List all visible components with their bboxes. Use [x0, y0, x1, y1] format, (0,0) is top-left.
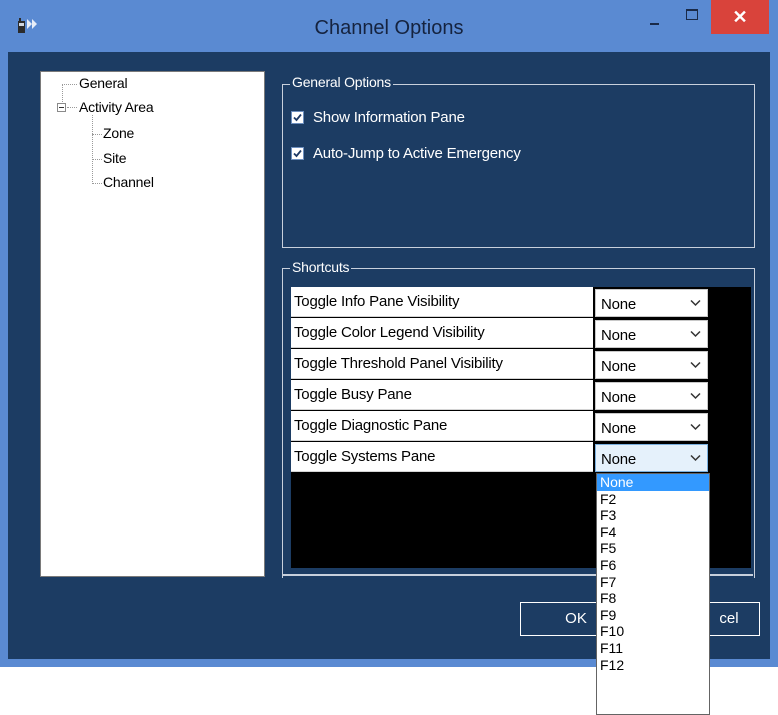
show-information-pane-label: Show Information Pane [313, 109, 465, 126]
shortcut-name-cell[interactable]: Toggle Diagnostic Pane [291, 411, 593, 441]
dropdown-option-f10[interactable]: F10 [597, 623, 709, 640]
tree-connector [92, 183, 102, 184]
tree-connector [67, 107, 77, 108]
tree-item-site[interactable]: Site [103, 150, 127, 166]
shortcuts-label: Shortcuts [290, 259, 352, 275]
shortcut-key-value: None [601, 389, 637, 406]
collapse-toggle-icon[interactable] [57, 103, 66, 112]
dropdown-option-f7[interactable]: F7 [597, 574, 709, 591]
dropdown-option-f3[interactable]: F3 [597, 507, 709, 524]
shortcut-key-select[interactable]: None [595, 413, 708, 441]
dropdown-option-f5[interactable]: F5 [597, 540, 709, 557]
tree-connector [62, 84, 63, 102]
tree-connector [62, 84, 77, 85]
shortcut-name-cell[interactable]: Toggle Busy Pane [291, 380, 593, 410]
minimize-button[interactable] [637, 0, 673, 34]
tree-item-channel[interactable]: Channel [103, 174, 154, 190]
shortcut-key-select[interactable]: None [595, 289, 708, 317]
tree-item-general[interactable]: General [79, 75, 128, 91]
dropdown-option-f8[interactable]: F8 [597, 590, 709, 607]
table-row: Toggle Busy Pane None [291, 380, 711, 411]
table-row: Toggle Threshold Panel Visibility None [291, 349, 711, 380]
title-bar[interactable]: Channel Options ✕ [0, 0, 778, 52]
tree-connector [92, 159, 102, 160]
shortcut-name-cell[interactable]: Toggle Systems Pane [291, 442, 593, 472]
tree-item-activity-area[interactable]: Activity Area [79, 99, 154, 115]
options-tree[interactable]: General Activity Area Zone Site Channel [40, 71, 265, 577]
table-row: Toggle Diagnostic Pane None [291, 411, 711, 442]
shortcut-name-cell[interactable]: Toggle Threshold Panel Visibility [291, 349, 593, 379]
shortcut-key-value: None [601, 358, 637, 375]
shortcut-key-select[interactable]: None [595, 351, 708, 379]
table-row: Toggle Info Pane Visibility None [291, 287, 711, 318]
close-button[interactable]: ✕ [711, 0, 769, 34]
shortcut-key-select[interactable]: None [595, 382, 708, 410]
shortcut-key-select[interactable]: None [595, 320, 708, 348]
maximize-button[interactable] [675, 0, 709, 34]
dropdown-option-f12[interactable]: F12 [597, 657, 709, 674]
dropdown-option-f4[interactable]: F4 [597, 524, 709, 541]
dropdown-option-f9[interactable]: F9 [597, 607, 709, 624]
dropdown-option-f11[interactable]: F11 [597, 640, 709, 657]
checkbox-checked-icon[interactable] [291, 111, 304, 124]
shortcut-key-value: None [601, 420, 637, 437]
table-row: Toggle Systems Pane None [291, 442, 711, 473]
dropdown-option-none[interactable]: None [597, 474, 709, 491]
shortcut-key-value: None [601, 296, 637, 313]
checkbox-checked-icon[interactable] [291, 147, 304, 160]
tree-item-zone[interactable]: Zone [103, 125, 134, 141]
dropdown-option-f2[interactable]: F2 [597, 491, 709, 508]
chevron-down-icon [690, 454, 701, 462]
shortcut-key-value: None [601, 451, 637, 468]
shortcut-name-cell[interactable]: Toggle Info Pane Visibility [291, 287, 593, 317]
show-information-pane-option[interactable]: Show Information Pane [291, 109, 465, 126]
table-row: Toggle Color Legend Visibility None [291, 318, 711, 349]
chevron-down-icon [690, 423, 701, 431]
general-options-label: General Options [290, 74, 393, 90]
auto-jump-emergency-label: Auto-Jump to Active Emergency [313, 145, 521, 162]
dropdown-option-f6[interactable]: F6 [597, 557, 709, 574]
tree-connector [92, 115, 93, 184]
chevron-down-icon [690, 299, 701, 307]
chevron-down-icon [690, 330, 701, 338]
shortcut-name-cell[interactable]: Toggle Color Legend Visibility [291, 318, 593, 348]
auto-jump-emergency-option[interactable]: Auto-Jump to Active Emergency [291, 145, 521, 162]
chevron-down-icon [690, 361, 701, 369]
shortcut-key-value: None [601, 327, 637, 344]
chevron-down-icon [690, 392, 701, 400]
shortcut-key-select-open[interactable]: None [595, 444, 708, 472]
tree-connector [92, 134, 102, 135]
shortcut-key-dropdown-list[interactable]: None F2 F3 F4 F5 F6 F7 F8 F9 F10 F11 F12 [596, 473, 710, 715]
